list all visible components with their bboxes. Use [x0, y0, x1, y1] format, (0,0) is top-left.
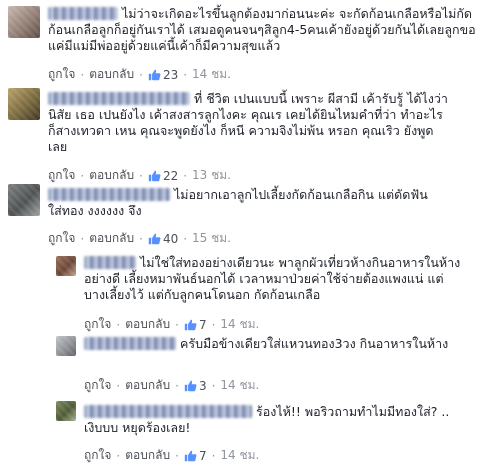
- like-link[interactable]: ถูกใจ: [84, 315, 111, 334]
- like-link[interactable]: ถูกใจ: [84, 446, 111, 465]
- reply-actions: ถูกใจ · ตอบกลับ · 3 · 14 ชม.: [84, 376, 259, 395]
- timestamp[interactable]: 13 ชม.: [192, 166, 231, 185]
- comment-body: ที่ ชีวิต เปนแบบนี้ เพราะ ผีสามี เค้ารับ…: [48, 91, 448, 155]
- reply-link[interactable]: ตอบกลับ: [125, 446, 170, 465]
- comment-actions: ถูกใจ · ตอบกลับ · 22 · 13 ชม.: [48, 166, 231, 185]
- thumbs-up-icon[interactable]: [148, 232, 161, 245]
- like-count[interactable]: 7: [199, 318, 207, 332]
- reply-actions: ถูกใจ · ตอบกลับ · 7 · 14 ชม.: [84, 446, 259, 465]
- reply-link[interactable]: ตอบกลับ: [89, 229, 134, 248]
- comment-actions: ถูกใจ · ตอบกลับ · 23 · 14 ชม.: [48, 65, 231, 84]
- thumbs-up-icon[interactable]: [184, 449, 197, 462]
- timestamp[interactable]: 14 ชม.: [220, 315, 259, 334]
- reply-text: ไม่ใช่ใส่ทองอย่างเดียวนะ พาลูกผัวเที่ยวห…: [84, 255, 461, 302]
- reply-link[interactable]: ตอบกลับ: [125, 315, 170, 334]
- comment-actions: ถูกใจ · ตอบกลับ · 40 · 15 ชม.: [48, 229, 231, 248]
- commenter-name-redacted[interactable]: [84, 405, 252, 418]
- reply-link[interactable]: ตอบกลับ: [89, 65, 134, 84]
- avatar[interactable]: [8, 6, 40, 38]
- timestamp[interactable]: 15 ชม.: [192, 229, 231, 248]
- reply-link[interactable]: ตอบกลับ: [125, 376, 170, 395]
- commenter-name-redacted[interactable]: [84, 337, 176, 350]
- commenter-name-redacted[interactable]: [48, 188, 170, 201]
- thumbs-up-icon[interactable]: [184, 318, 197, 331]
- comment-body: ไม่ว่าจะเกิดอะไรขึ้นลูกต้องมาก่อนนะค่ะ จ…: [48, 6, 480, 54]
- like-link[interactable]: ถูกใจ: [48, 65, 75, 84]
- timestamp[interactable]: 14 ชม.: [220, 446, 259, 465]
- avatar[interactable]: [56, 401, 76, 421]
- commenter-name-redacted[interactable]: [48, 7, 118, 20]
- like-count[interactable]: 22: [163, 169, 178, 183]
- commenter-name-redacted[interactable]: [48, 92, 190, 105]
- avatar[interactable]: [56, 256, 76, 276]
- like-link[interactable]: ถูกใจ: [84, 376, 111, 395]
- thumbs-up-icon[interactable]: [148, 169, 161, 182]
- like-count[interactable]: 40: [163, 232, 178, 246]
- reply-link[interactable]: ตอบกลับ: [89, 166, 134, 185]
- thumbs-up-icon[interactable]: [148, 68, 161, 81]
- avatar[interactable]: [56, 336, 76, 356]
- like-count[interactable]: 23: [163, 68, 178, 82]
- timestamp[interactable]: 14 ชม.: [192, 65, 231, 84]
- reply-text: ครับมือข้างเดียวใส่แหวนทอง3วง กินอาหารใน…: [180, 336, 449, 351]
- avatar[interactable]: [8, 184, 40, 216]
- like-count[interactable]: 7: [199, 449, 207, 463]
- reply-actions: ถูกใจ · ตอบกลับ · 7 · 14 ชม.: [84, 315, 259, 334]
- like-count[interactable]: 3: [199, 379, 207, 393]
- commenter-name-redacted[interactable]: [84, 256, 136, 269]
- timestamp[interactable]: 14 ชม.: [220, 376, 259, 395]
- reply-body: ไม่ใช่ใส่ทองอย่างเดียวนะ พาลูกผัวเที่ยวห…: [84, 255, 464, 303]
- reply-body: ร้องไห้!! พอริวถามทำไมมีทองใส่? .. เงิบบ…: [84, 404, 464, 436]
- like-link[interactable]: ถูกใจ: [48, 229, 75, 248]
- thumbs-up-icon[interactable]: [184, 379, 197, 392]
- reply-body: ครับมือข้างเดียวใส่แหวนทอง3วง กินอาหารใน…: [84, 336, 464, 352]
- comment-body: ไม่อยากเอาลูกไปเลี้ยงกัดก้อนเกลือกิน แต่…: [48, 187, 428, 219]
- avatar[interactable]: [8, 88, 40, 120]
- like-link[interactable]: ถูกใจ: [48, 166, 75, 185]
